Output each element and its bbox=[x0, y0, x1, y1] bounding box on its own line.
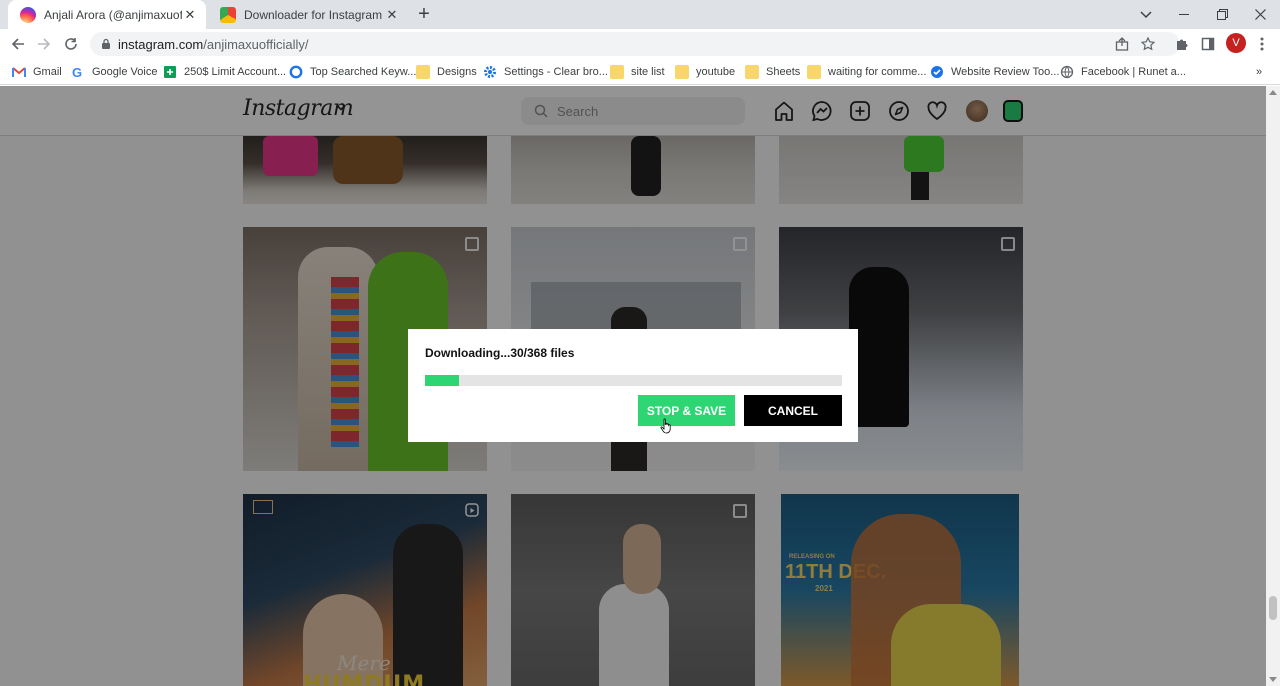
bookmark-label: Settings - Clear bro... bbox=[504, 66, 608, 78]
bookmark-label: Top Searched Keyw... bbox=[310, 66, 417, 78]
bookmarks-bar: Gmail G Google Voice 250$ Limit Account.… bbox=[0, 59, 1280, 85]
bookmark-facebook-runet[interactable]: Facebook | Runet a... bbox=[1060, 64, 1186, 80]
bookmark-label: waiting for comme... bbox=[828, 66, 927, 78]
instagram-icon bbox=[20, 6, 36, 23]
cancel-button[interactable]: CANCEL bbox=[744, 395, 842, 426]
bookmark-youtube[interactable]: youtube bbox=[675, 64, 735, 80]
bookmark-label: Designs bbox=[437, 66, 477, 78]
check-icon bbox=[931, 66, 943, 78]
circle-icon bbox=[289, 65, 303, 79]
reload-button[interactable] bbox=[61, 34, 81, 54]
minimize-button[interactable] bbox=[1165, 0, 1203, 29]
download-status: Downloading...30/368 files bbox=[425, 346, 575, 360]
arrow-left-icon bbox=[11, 38, 24, 50]
folder-icon bbox=[745, 65, 759, 79]
kebab-menu-icon bbox=[1260, 37, 1264, 51]
profile-avatar[interactable]: V bbox=[1226, 33, 1246, 53]
share-button[interactable] bbox=[1112, 34, 1132, 54]
bookmark-site-list[interactable]: site list bbox=[610, 64, 665, 80]
star-icon bbox=[1141, 37, 1155, 51]
scrollbar-thumb[interactable] bbox=[1269, 596, 1277, 620]
globe-icon bbox=[1060, 65, 1074, 79]
close-tab-icon[interactable]: ✕ bbox=[384, 7, 400, 23]
url-path: /anjimaxuofficially/ bbox=[203, 37, 309, 52]
bookmark-label: site list bbox=[631, 66, 665, 78]
chevron-down-icon bbox=[1140, 10, 1152, 18]
address-bar[interactable]: instagram.com/anjimaxuofficially/ bbox=[90, 32, 1180, 56]
new-tab-button[interactable]: + bbox=[414, 4, 434, 25]
side-panel-icon bbox=[1201, 37, 1215, 51]
bookmark-sheets[interactable]: Sheets bbox=[745, 64, 800, 80]
reload-icon bbox=[65, 38, 77, 50]
tab-title: Anjali Arora (@anjimaxuofficially bbox=[44, 7, 182, 22]
gear-icon bbox=[484, 66, 496, 78]
browser-toolbar: instagram.com/anjimaxuofficially/ V bbox=[0, 29, 1280, 59]
page-scrollbar[interactable] bbox=[1266, 86, 1280, 686]
bookmark-designs[interactable]: Designs bbox=[416, 64, 477, 80]
progress-bar bbox=[425, 375, 842, 386]
menu-button[interactable] bbox=[1252, 34, 1272, 54]
tab-search-button[interactable] bbox=[1127, 0, 1165, 29]
side-panel-button[interactable] bbox=[1198, 34, 1218, 54]
lock-icon bbox=[102, 38, 110, 49]
back-button[interactable] bbox=[8, 34, 28, 54]
bookmark-label: Sheets bbox=[766, 66, 801, 78]
puzzle-icon bbox=[1177, 39, 1188, 50]
bookmark-label: 250$ Limit Account... bbox=[184, 66, 287, 78]
bookmark-gmail[interactable]: Gmail bbox=[12, 64, 62, 80]
bookmark-label: youtube bbox=[696, 66, 736, 78]
forward-button[interactable] bbox=[34, 34, 54, 54]
progress-fill bbox=[425, 375, 459, 386]
bookmark-waiting[interactable]: waiting for comme... bbox=[807, 64, 926, 80]
close-tab-icon[interactable]: ✕ bbox=[182, 7, 198, 23]
tab-title: Downloader for Instagram - Chro bbox=[244, 7, 384, 22]
restore-icon bbox=[1216, 9, 1228, 20]
scroll-down-arrow[interactable] bbox=[1269, 677, 1277, 682]
folder-icon bbox=[807, 65, 821, 79]
bookmark-top-searched[interactable]: Top Searched Keyw... bbox=[289, 64, 416, 80]
sheets-icon bbox=[164, 66, 176, 78]
more-bookmarks-button[interactable]: » bbox=[1256, 64, 1262, 80]
share-icon bbox=[1115, 37, 1129, 51]
close-window-button[interactable] bbox=[1241, 0, 1279, 29]
folder-icon bbox=[675, 65, 689, 79]
bookmark-label: Google Voice bbox=[92, 66, 158, 78]
tab-instagram[interactable]: Anjali Arora (@anjimaxuofficially ✕ bbox=[8, 0, 206, 29]
url-host: instagram.com bbox=[118, 37, 204, 52]
minimize-icon bbox=[1179, 13, 1189, 15]
bookmark-settings[interactable]: Settings - Clear bro... bbox=[483, 64, 608, 80]
bookmark-250-limit[interactable]: 250$ Limit Account... bbox=[163, 64, 286, 80]
tab-strip: Anjali Arora (@anjimaxuofficially ✕ Down… bbox=[0, 0, 1280, 29]
bookmark-label: Facebook | Runet a... bbox=[1081, 66, 1186, 78]
restore-button[interactable] bbox=[1203, 0, 1241, 29]
bookmark-star-button[interactable] bbox=[1138, 34, 1158, 54]
bookmark-label: Website Review Too... bbox=[951, 66, 1060, 78]
extensions-button[interactable] bbox=[1172, 34, 1192, 54]
folder-icon bbox=[610, 65, 624, 79]
gmail-icon bbox=[12, 67, 26, 77]
svg-text:G: G bbox=[72, 65, 82, 79]
download-dialog: Downloading...30/368 files STOP & SAVE C… bbox=[408, 329, 858, 442]
stop-and-save-button[interactable]: STOP & SAVE bbox=[638, 395, 735, 426]
google-icon: G bbox=[72, 65, 82, 79]
arrow-right-icon bbox=[38, 38, 51, 50]
close-icon bbox=[1254, 9, 1266, 20]
chrome-webstore-icon bbox=[220, 6, 236, 23]
bookmark-label: Gmail bbox=[33, 66, 62, 78]
tab-downloader[interactable]: Downloader for Instagram - Chro ✕ bbox=[208, 0, 408, 29]
hand-cursor-icon bbox=[660, 418, 671, 434]
bookmark-website-review[interactable]: Website Review Too... bbox=[930, 64, 1059, 80]
folder-icon bbox=[416, 65, 430, 79]
url-text: instagram.com/anjimaxuofficially/ bbox=[118, 37, 309, 52]
scroll-up-arrow[interactable] bbox=[1269, 90, 1277, 95]
bookmark-google-voice[interactable]: G Google Voice bbox=[71, 64, 157, 80]
